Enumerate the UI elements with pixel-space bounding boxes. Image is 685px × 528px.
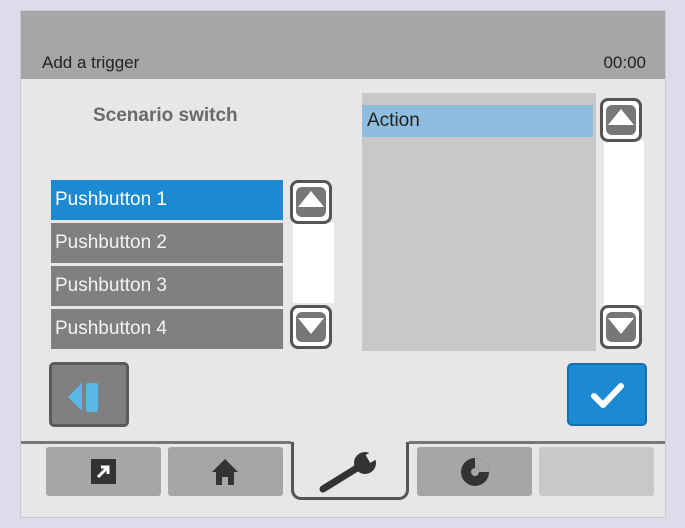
tab-bar-line-right (409, 441, 665, 444)
list-item-pushbutton-1[interactable]: Pushbutton 1 (51, 180, 283, 220)
chevron-up-icon (298, 191, 324, 207)
chevron-down-icon (298, 318, 324, 334)
chevron-down-icon (608, 318, 634, 334)
pushbutton-list: Pushbutton 1 Pushbutton 2 Pushbutton 3 P… (51, 180, 283, 352)
wrench-icon (319, 450, 379, 493)
confirm-button[interactable] (567, 363, 647, 426)
tab-bar-line-left (21, 441, 291, 444)
tab-settings[interactable] (291, 442, 409, 500)
list-item-pushbutton-3[interactable]: Pushbutton 3 (51, 266, 283, 306)
back-button[interactable] (49, 362, 129, 427)
back-arrow-icon (68, 383, 82, 411)
tab-disc[interactable] (417, 447, 532, 496)
left-scroll-track[interactable] (293, 223, 334, 303)
action-list: Action (362, 93, 596, 351)
clock: 00:00 (603, 53, 646, 72)
tab-home[interactable] (168, 447, 283, 496)
device-screen: Add a trigger 00:00 Scenario switch Push… (20, 10, 666, 518)
external-link-icon (91, 459, 116, 484)
chevron-up-icon (608, 109, 634, 125)
right-scroll-down-button[interactable] (600, 305, 642, 349)
right-scroll-up-button[interactable] (600, 98, 642, 142)
page-title: Add a trigger (42, 53, 140, 72)
scenario-switch-title: Scenario switch (93, 105, 238, 126)
checkmark-icon (591, 383, 624, 408)
title-bar: Add a trigger 00:00 (21, 11, 665, 79)
right-scroll-track[interactable] (604, 141, 644, 305)
tab-external-link[interactable] (46, 447, 161, 496)
back-bar-icon (86, 383, 98, 412)
left-scroll-up-button[interactable] (290, 180, 332, 224)
home-icon (212, 459, 238, 485)
list-item-pushbutton-2[interactable]: Pushbutton 2 (51, 223, 283, 263)
list-item-pushbutton-4[interactable]: Pushbutton 4 (51, 309, 283, 349)
disc-icon (461, 458, 489, 486)
list-item-action[interactable]: Action (362, 105, 593, 137)
left-scroll-down-button[interactable] (290, 305, 332, 349)
tab-empty[interactable] (539, 447, 654, 496)
